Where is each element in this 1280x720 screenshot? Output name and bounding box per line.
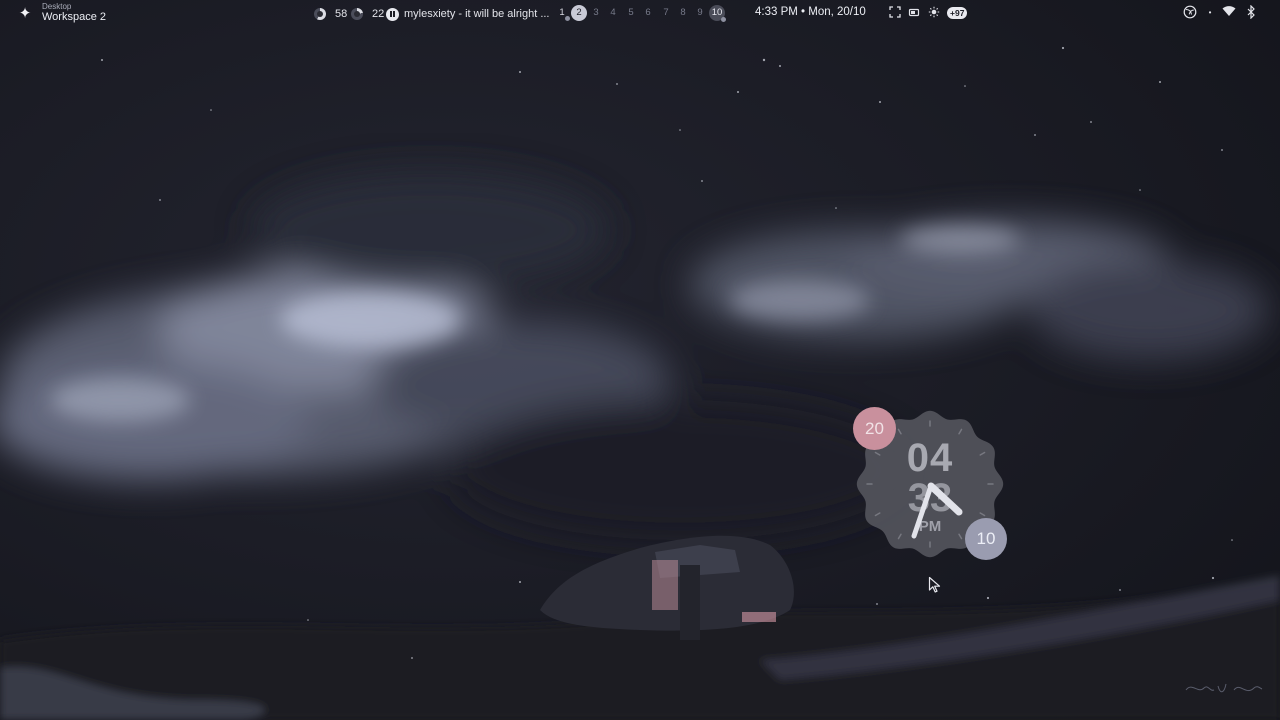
- memory-ring-icon: [351, 8, 363, 20]
- brightness-icon[interactable]: [927, 6, 941, 20]
- day-badge: 20: [853, 407, 896, 450]
- wifi-icon[interactable]: [1221, 5, 1237, 21]
- pause-icon[interactable]: [386, 7, 399, 21]
- cpu-usage[interactable]: 58: [314, 6, 347, 22]
- artist-signature: [1185, 683, 1263, 693]
- media-player[interactable]: mylesxiety - it will be alright ...: [386, 6, 549, 22]
- workspace-title[interactable]: Desktop Workspace 2: [42, 3, 106, 23]
- wallpaper: [0, 0, 1280, 720]
- workspace-5[interactable]: 5: [623, 5, 639, 21]
- browser-icon[interactable]: [1182, 5, 1198, 21]
- workspace-9[interactable]: 9: [692, 5, 708, 21]
- memory-value: 22: [372, 8, 385, 20]
- cpu-ring-icon: [314, 8, 326, 20]
- memory-usage[interactable]: 22: [351, 6, 384, 22]
- month-badge: 10: [965, 518, 1007, 560]
- workspace-2[interactable]: 2: [571, 5, 587, 21]
- workspace-6[interactable]: 6: [640, 5, 656, 21]
- workspace-subtitle: Desktop: [42, 2, 72, 11]
- sparkle-icon[interactable]: ✦: [16, 5, 34, 23]
- media-title: mylesxiety - it will be alright ...: [404, 8, 550, 20]
- workspace-window-dot: [721, 17, 726, 22]
- workspace-name: Workspace 2: [42, 11, 106, 23]
- dot-separator: •: [1208, 8, 1212, 17]
- clock-widget[interactable]: 04 33 PM 20 10: [850, 404, 1010, 564]
- mouse-cursor-icon: [928, 576, 941, 593]
- screenshot-icon[interactable]: [888, 6, 902, 20]
- hour-hand: [927, 482, 963, 516]
- battery-icon[interactable]: [907, 6, 921, 20]
- workspace-3[interactable]: 3: [588, 5, 604, 21]
- minute-hand: [911, 483, 934, 539]
- cpu-value: 58: [335, 8, 348, 20]
- date-time[interactable]: 4:33 PM • Mon, 20/10: [755, 6, 866, 18]
- notification-badge[interactable]: +97: [947, 7, 968, 19]
- bluetooth-icon[interactable]: [1243, 4, 1259, 21]
- top-bar: ✦ Desktop Workspace 2 58 22 mylesxiety -…: [0, 0, 1280, 28]
- workspace-7[interactable]: 7: [658, 5, 674, 21]
- workspace-4[interactable]: 4: [605, 5, 621, 21]
- workspace-window-dot: [565, 16, 570, 21]
- workspace-8[interactable]: 8: [675, 5, 691, 21]
